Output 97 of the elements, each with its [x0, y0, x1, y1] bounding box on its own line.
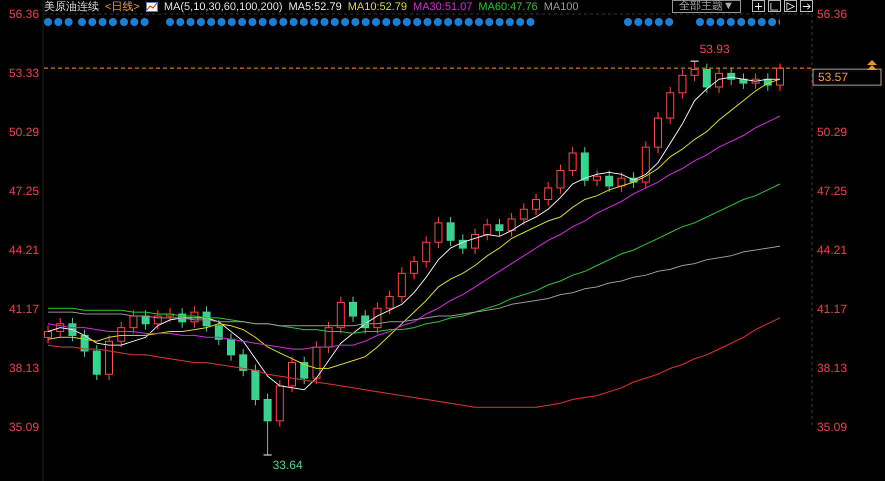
period-label: <日线> — [105, 1, 140, 13]
candlestick — [617, 172, 626, 192]
candlestick — [422, 236, 430, 268]
candlestick — [44, 325, 52, 344]
candlestick — [129, 310, 138, 334]
candlestick — [605, 170, 614, 192]
extreme-price-label: 33.64 — [272, 458, 303, 472]
toolbar-icon[interactable] — [768, 0, 781, 12]
y-axis-label: 56.36 — [817, 7, 848, 21]
candlestick — [702, 63, 711, 94]
candlestick — [324, 321, 333, 354]
candlestick — [739, 72, 748, 90]
candlestick — [752, 72, 760, 90]
candlestick — [361, 310, 370, 334]
price-tag-label: 53.57 — [818, 70, 848, 84]
up-arrow-icon — [867, 60, 877, 70]
candlestick — [532, 193, 540, 216]
candlestick — [471, 228, 479, 254]
candlestick — [105, 334, 113, 381]
candlestick — [202, 306, 211, 332]
candlestick — [544, 182, 552, 206]
candlestick — [630, 172, 638, 188]
candlestick — [264, 393, 272, 456]
candlestick — [386, 290, 394, 315]
candlestick — [56, 317, 64, 338]
candlestick — [690, 60, 699, 82]
candlestick — [495, 218, 504, 237]
candlestick — [642, 140, 650, 188]
candlestick — [68, 317, 76, 342]
ma-value: MA5:52.79 — [288, 1, 342, 13]
y-axis-label: 35.09 — [8, 420, 39, 434]
candlestick — [654, 112, 662, 154]
y-axis-label: 38.13 — [8, 360, 39, 375]
candlestick — [727, 67, 736, 86]
candlestick — [580, 146, 589, 186]
instrument-title: 美原油连续 — [44, 1, 99, 13]
y-axis-label: 44.21 — [8, 242, 39, 257]
candlestick — [715, 67, 723, 94]
marker-tick — [263, 454, 272, 456]
candlestick — [190, 306, 198, 328]
y-axis-label: 50.29 — [8, 124, 39, 139]
candlestick — [154, 310, 162, 330]
candlestick — [398, 266, 406, 303]
candlestick — [556, 164, 564, 194]
candlestick — [80, 329, 89, 358]
candlestick — [458, 234, 467, 254]
y-axis-label: 41.17 — [817, 302, 848, 316]
candlestick — [764, 72, 772, 92]
y-axis-label: 53.33 — [8, 66, 39, 80]
marker-tick — [690, 60, 700, 62]
candlestick — [508, 212, 516, 237]
ma-value: MA30:51.07 — [413, 1, 472, 13]
candlestick — [434, 216, 442, 249]
candlestick — [251, 364, 260, 406]
y-axis-label: 35.09 — [817, 420, 848, 434]
y-axis-label: 50.29 — [817, 124, 848, 139]
candlestick — [227, 332, 235, 362]
candlestick — [300, 356, 308, 384]
y-axis-label: 38.13 — [817, 360, 848, 375]
candlestick — [520, 202, 528, 226]
candlestick — [166, 308, 174, 322]
chart-icon — [146, 2, 158, 12]
candlestick — [288, 356, 296, 392]
price-tag — [812, 68, 882, 86]
y-axis-label: 47.25 — [8, 184, 39, 198]
candlestick — [117, 321, 126, 348]
candlestick — [373, 302, 382, 334]
extreme-price-label: 53.93 — [700, 42, 730, 56]
candlestick — [92, 344, 101, 381]
candlestick — [483, 218, 492, 241]
y-axis-label: 41.17 — [8, 302, 39, 316]
y-axis-label: 47.25 — [817, 184, 848, 198]
candlestick — [214, 319, 223, 346]
indicator-label: MA(5,10,30,60,100,200) — [164, 1, 282, 13]
toolbar-icon[interactable] — [784, 0, 797, 12]
candlestick — [776, 63, 784, 92]
candlestick — [336, 296, 345, 334]
candlestick — [276, 380, 284, 428]
candlestick — [312, 340, 320, 384]
candlestick — [568, 146, 577, 177]
candlestick — [666, 86, 674, 124]
toolbar-icon[interactable] — [752, 0, 765, 12]
ma-value: MA100 — [544, 1, 579, 13]
candlestick — [142, 310, 150, 330]
candlestick — [410, 255, 418, 280]
candlestick — [678, 69, 686, 100]
ma-value: MA60:47.76 — [478, 1, 538, 13]
candlestick — [239, 348, 248, 377]
y-axis-label: 44.21 — [817, 242, 848, 257]
candlestick — [446, 216, 455, 247]
y-axis-label: 56.36 — [8, 6, 39, 21]
candlestick — [178, 308, 186, 328]
candlestick — [349, 296, 357, 322]
candlestick — [593, 170, 601, 186]
theme-dropdown[interactable]: 全部主题▼ — [672, 0, 741, 13]
toolbar-icon[interactable] — [800, 0, 813, 12]
ma-value: MA10:52.79 — [348, 1, 408, 13]
